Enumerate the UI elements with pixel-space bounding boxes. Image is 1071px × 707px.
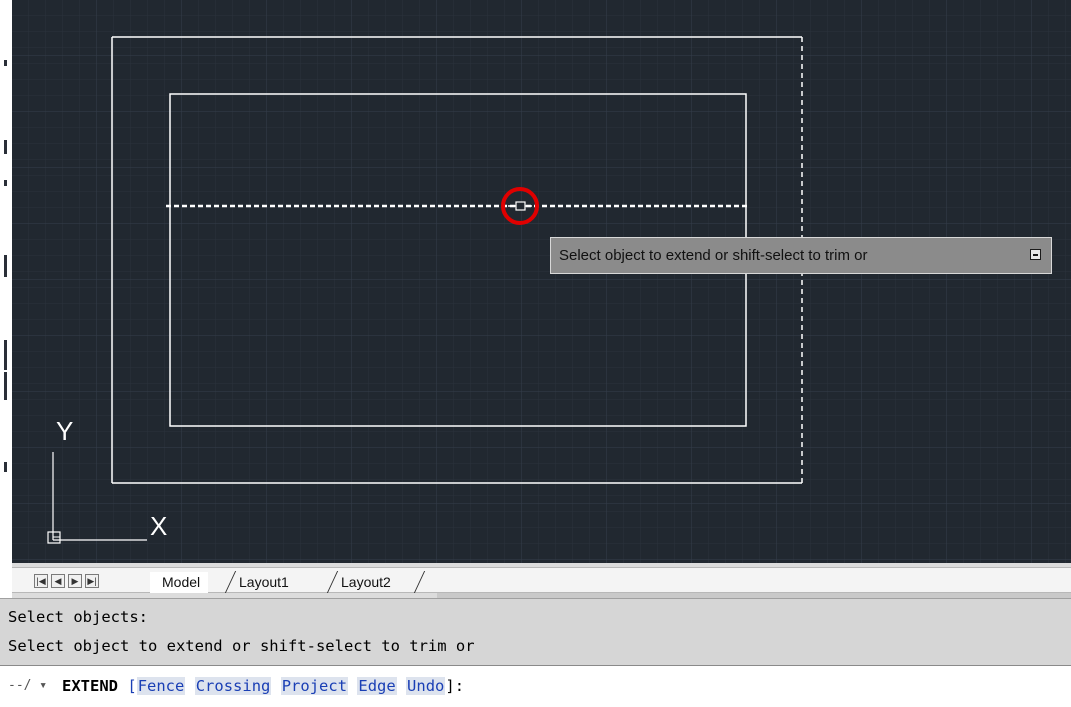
prev-tab-icon[interactable]: ◀ <box>51 574 65 588</box>
last-tab-icon[interactable]: ▶| <box>85 574 99 588</box>
tab-divider <box>413 571 426 593</box>
option-project[interactable]: Project <box>280 677 349 695</box>
tab-layout1[interactable]: Layout1 <box>227 572 297 593</box>
command-history: Select objects: Select object to extend … <box>0 598 1071 665</box>
command-name: EXTEND <box>62 677 118 695</box>
tooltip-text: Select object to extend or shift-select … <box>559 247 868 264</box>
command-wrench-icon[interactable]: --/ ▾ <box>8 678 47 693</box>
ucs-y-label: Y <box>56 416 73 446</box>
command-line[interactable]: --/ ▾ EXTEND [Fence Crossing Project Edg… <box>0 665 1071 707</box>
command-tooltip: Select object to extend or shift-select … <box>550 237 1052 274</box>
options-close-bracket: ]: <box>445 677 465 695</box>
option-fence[interactable]: Fence <box>136 677 186 695</box>
history-line: Select object to extend or shift-select … <box>8 637 475 655</box>
options-down-icon[interactable] <box>1030 249 1041 260</box>
option-crossing[interactable]: Crossing <box>194 677 272 695</box>
options-open-bracket: [ <box>127 677 137 695</box>
command-prompt[interactable]: EXTEND [Fence Crossing Project Edge Undo… <box>62 677 464 695</box>
layout-tab-bar: |◀ ◀ ▶ ▶| Model Layout1 Layout2 <box>12 563 1071 598</box>
tab-strip: |◀ ◀ ▶ ▶| Model Layout1 Layout2 <box>12 567 1071 593</box>
tab-model[interactable]: Model <box>150 572 209 593</box>
history-line: Select objects: <box>8 608 148 626</box>
ucs-x-label: X <box>150 511 167 541</box>
model-space[interactable]: Y X <box>12 0 1071 563</box>
left-panel-edge <box>0 0 12 598</box>
first-tab-icon[interactable]: |◀ <box>34 574 48 588</box>
tab-layout2[interactable]: Layout2 <box>329 572 399 593</box>
drawing-canvas[interactable]: Y X <box>12 0 1071 598</box>
option-edge[interactable]: Edge <box>357 677 397 695</box>
next-tab-icon[interactable]: ▶ <box>68 574 82 588</box>
option-undo[interactable]: Undo <box>406 677 446 695</box>
